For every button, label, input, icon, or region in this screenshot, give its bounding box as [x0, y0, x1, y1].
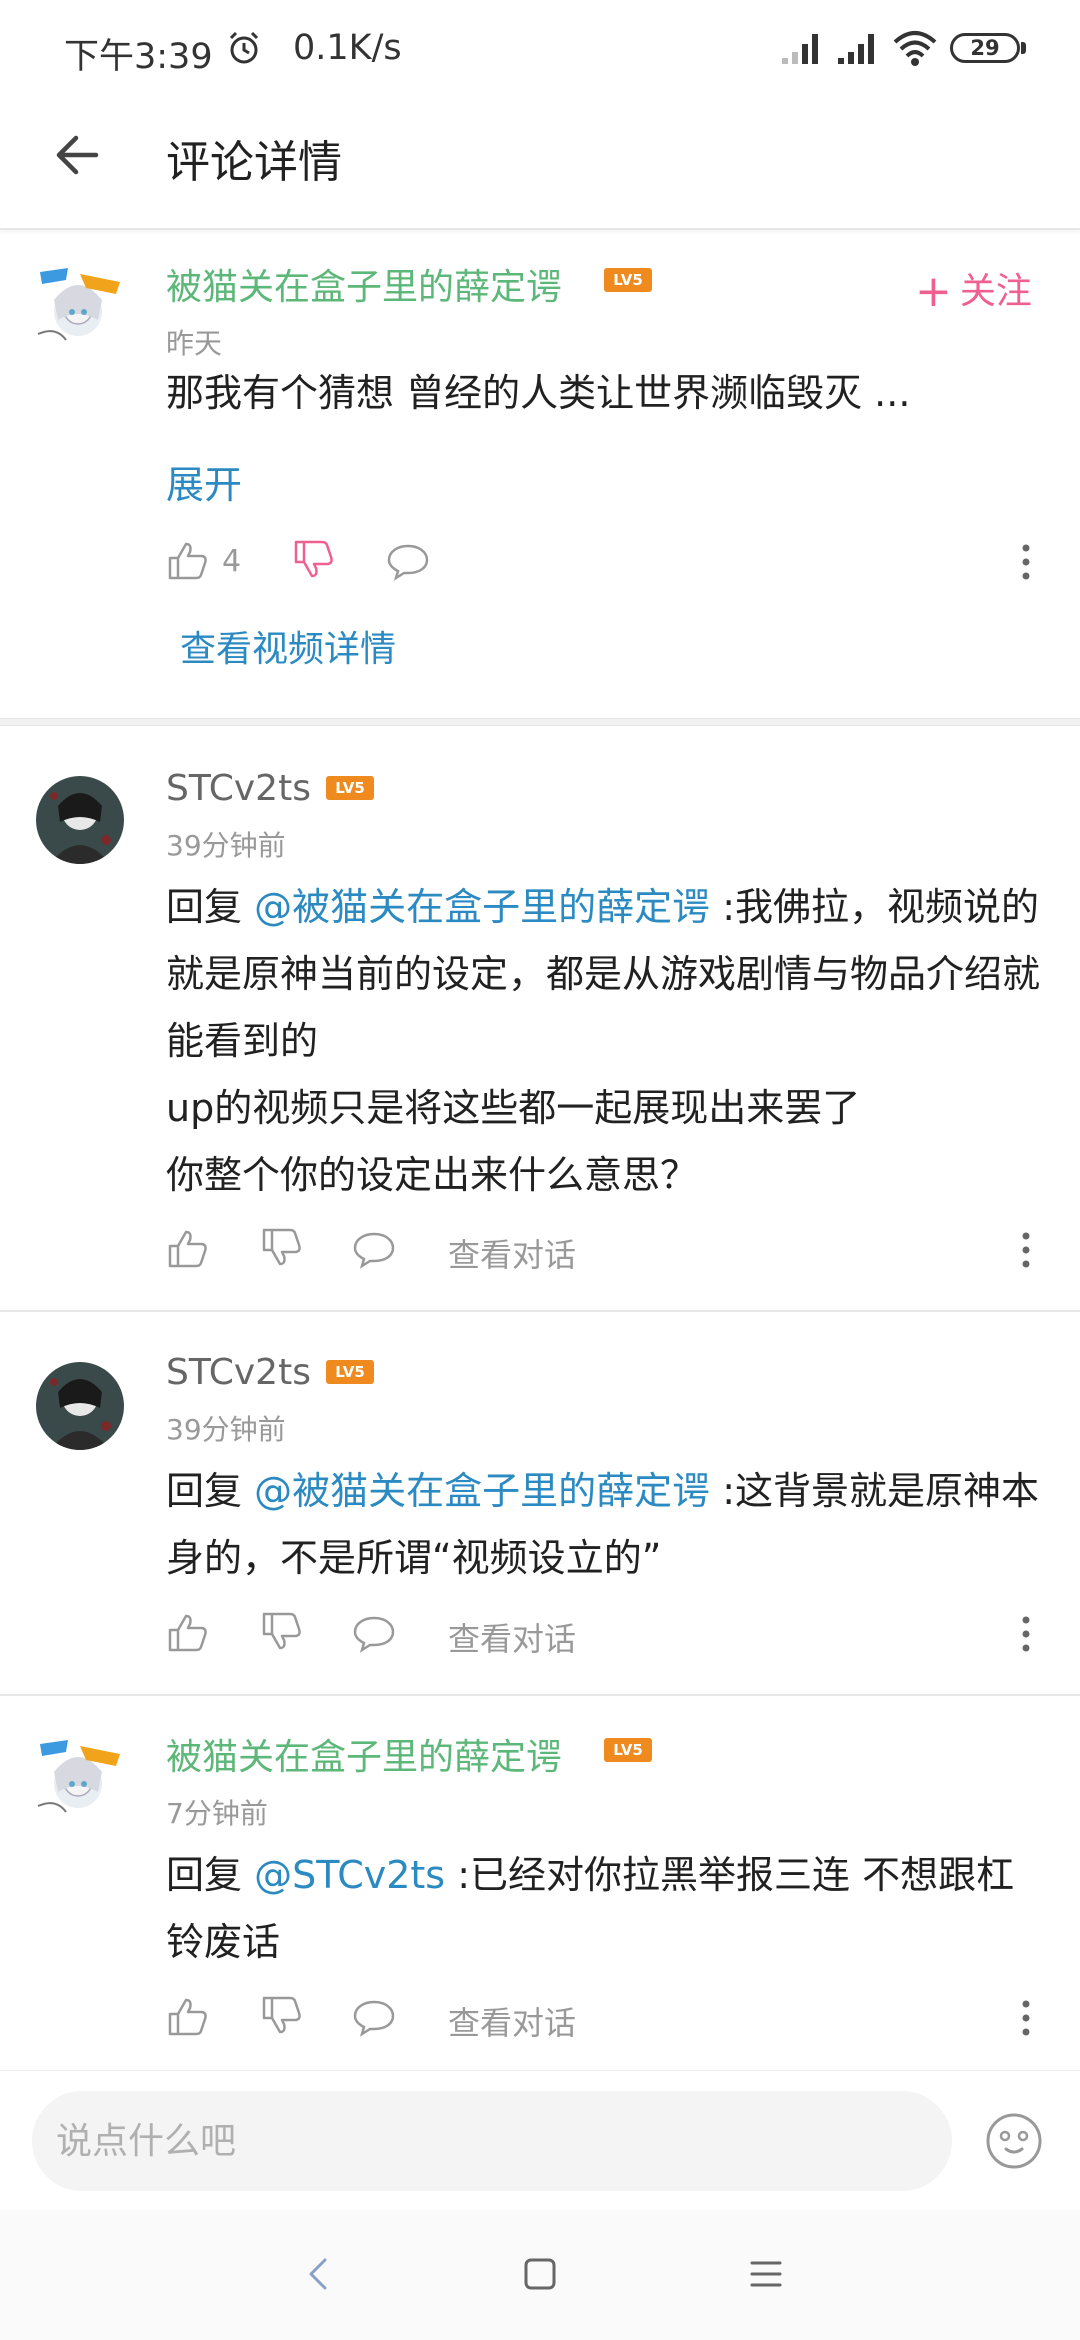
- reply-text: 回复 @STCv2ts :已经对你拉黑举报三连 不想跟杠铃废话: [166, 1842, 1046, 1976]
- reply-actions: 查看对话: [166, 1226, 1046, 1274]
- more-vertical-icon[interactable]: [1004, 1228, 1048, 1272]
- section-divider: [0, 718, 1080, 726]
- mention-link[interactable]: @被猫关在盒子里的薛定谔: [254, 1469, 710, 1513]
- reply-content-line: 你整个你的设定出来什么意思？: [166, 1153, 699, 1197]
- reply-item: 被猫关在盒子里的薛定谔 LV5 7分钟前 回复 @STCv2ts :已经对你拉黑…: [0, 1696, 1080, 2068]
- main-comment: 被猫关在盒子里的薛定谔 LV5 + 关注 昨天 那我有个猜想 曾经的人类让世界濒临…: [0, 232, 1080, 718]
- reply-username[interactable]: 被猫关在盒子里的薛定谔: [166, 1728, 562, 1780]
- thumbs-down-icon[interactable]: [260, 1226, 304, 1270]
- level-badge: LV5: [604, 1738, 652, 1762]
- status-bar: 下午3:39 0.1K/s 29: [0, 0, 1080, 96]
- battery-indicator: 29: [950, 33, 1020, 63]
- reply-username[interactable]: STCv2ts: [166, 1352, 311, 1393]
- reply-prefix: 回复: [166, 1469, 255, 1513]
- nav-menu-icon[interactable]: [744, 2252, 788, 2296]
- thumbs-up-icon[interactable]: [166, 538, 210, 582]
- avatar[interactable]: [36, 260, 124, 348]
- emoji-icon[interactable]: [984, 2111, 1044, 2171]
- avatar[interactable]: [36, 776, 124, 864]
- back-arrow-icon[interactable]: [48, 124, 110, 186]
- level-badge: LV5: [604, 268, 652, 292]
- comment-text: 那我有个猜想 曾经的人类让世界濒临毁灭 ...: [166, 371, 911, 415]
- nav-back-icon[interactable]: [298, 2252, 342, 2296]
- signal-icon: [838, 34, 874, 64]
- reply-actions: 查看对话: [166, 1994, 1046, 2042]
- more-vertical-icon[interactable]: [1004, 540, 1048, 584]
- level-badge: LV5: [326, 776, 374, 800]
- follow-label: 关注: [959, 271, 1032, 312]
- battery-cap: [1021, 42, 1026, 54]
- reply-actions: 查看对话: [166, 1610, 1046, 1658]
- reply-item: STCv2ts LV5 39分钟前 回复 @被猫关在盒子里的薛定谔 :这背景就是…: [0, 1312, 1080, 1694]
- thumbs-down-icon[interactable]: [260, 1994, 304, 2038]
- reply-time: 39分钟前: [166, 829, 286, 862]
- reply-prefix: 回复: [166, 1853, 255, 1897]
- comment-bubble-icon[interactable]: [352, 1226, 396, 1270]
- nav-home-icon[interactable]: [518, 2252, 562, 2296]
- thumbs-up-icon[interactable]: [166, 1226, 210, 1270]
- thumbs-down-icon[interactable]: [292, 538, 336, 582]
- reply-prefix: 回复: [166, 885, 255, 929]
- view-video-details-link[interactable]: 查看视频详情: [180, 620, 396, 672]
- level-badge: LV5: [326, 1360, 374, 1384]
- comment-input[interactable]: [32, 2091, 952, 2191]
- comment-bubble-icon[interactable]: [352, 1610, 396, 1654]
- reply-username[interactable]: STCv2ts: [166, 768, 311, 809]
- reply-text: 回复 @被猫关在盒子里的薛定谔 :我佛拉，视频说的就是原神当前的设定，都是从游戏…: [166, 874, 1046, 1209]
- reply-item: STCv2ts LV5 39分钟前 回复 @被猫关在盒子里的薛定谔 :我佛拉，视…: [0, 728, 1080, 1310]
- thumbs-down-icon[interactable]: [260, 1610, 304, 1654]
- signal-icon: [782, 34, 818, 64]
- more-vertical-icon[interactable]: [1004, 1612, 1048, 1656]
- avatar[interactable]: [36, 1362, 124, 1450]
- comment-bubble-icon[interactable]: [386, 538, 430, 582]
- comment-time: 昨天: [166, 327, 223, 360]
- top-app-bar: 评论详情: [0, 96, 1080, 230]
- thumbs-up-icon[interactable]: [166, 1610, 210, 1654]
- comment-username[interactable]: 被猫关在盒子里的薛定谔: [166, 258, 562, 310]
- follow-button[interactable]: + 关注: [915, 262, 1032, 317]
- reply-content-line: up的视频只是将这些都一起展现出来罢了: [166, 1086, 861, 1130]
- plus-icon: +: [915, 266, 952, 317]
- reply-time: 39分钟前: [166, 1413, 286, 1446]
- mention-link[interactable]: @被猫关在盒子里的薛定谔: [254, 885, 710, 929]
- alarm-icon: [229, 31, 259, 64]
- network-speed: 0.1K/s: [293, 28, 402, 68]
- thumbs-up-icon[interactable]: [166, 1994, 210, 2038]
- comment-actions: 4: [166, 538, 1046, 586]
- wifi-icon: [893, 31, 937, 66]
- view-dialog-link[interactable]: 查看对话: [448, 1998, 576, 2044]
- reply-text: 回复 @被猫关在盒子里的薛定谔 :这背景就是原神本身的，不是所谓“视频设立的”: [166, 1458, 1046, 1592]
- comment-input-bar: [0, 2070, 1080, 2210]
- status-time: 下午3:39: [64, 37, 213, 77]
- view-dialog-link[interactable]: 查看对话: [448, 1230, 576, 1276]
- like-count: 4: [222, 544, 242, 579]
- more-vertical-icon[interactable]: [1004, 1996, 1048, 2040]
- expand-link[interactable]: 展开: [166, 454, 242, 509]
- reply-time: 7分钟前: [166, 1797, 268, 1830]
- mention-link[interactable]: @STCv2ts: [254, 1853, 445, 1897]
- comment-bubble-icon[interactable]: [352, 1994, 396, 2038]
- avatar[interactable]: [36, 1732, 124, 1820]
- view-dialog-link[interactable]: 查看对话: [448, 1614, 576, 1660]
- page-title: 评论详情: [166, 137, 342, 188]
- system-nav-bar: [0, 2210, 1080, 2340]
